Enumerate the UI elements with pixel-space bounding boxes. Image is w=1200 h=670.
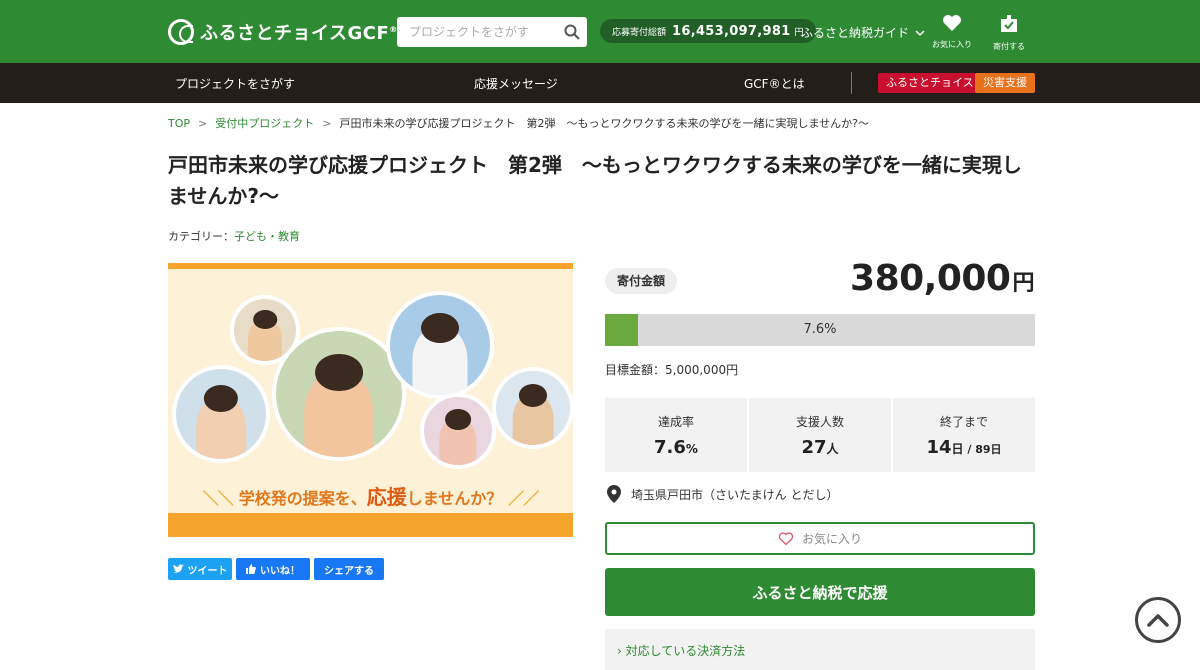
- photo-circle-student-pc: [492, 367, 573, 449]
- stat-label: 支援人数: [795, 415, 844, 429]
- photo-circle-students: [172, 365, 270, 463]
- funding-progress-bar: 7.6%: [605, 314, 1035, 346]
- favorite-label: お気に入り: [801, 532, 862, 546]
- twitter-icon: [172, 564, 184, 573]
- breadcrumb-top[interactable]: TOP: [168, 117, 190, 130]
- thumbs-up-icon: [246, 564, 256, 574]
- search-box: [397, 17, 587, 47]
- project-hero-image: ＼＼ 学校発の提案を、応援しませんか？ ／／: [168, 263, 573, 537]
- goal-amount: 目標金額：5,000,000円: [605, 361, 738, 378]
- nav-divider: [851, 72, 852, 94]
- donation-amount-unit: 円: [1012, 271, 1034, 296]
- project-location: 埼玉県戸田市（さいたまけん とだし）: [607, 485, 838, 503]
- hero-caption: ＼＼ 学校発の提案を、応援しませんか？ ／／: [202, 485, 540, 509]
- donation-amount: 380,000円: [850, 258, 1034, 299]
- site-header: ふるさとチョイスGCF® 応募寄付総額 16,453,097,981 円 ふるさ…: [0, 0, 1200, 63]
- header-favorites-button[interactable]: お気に入り: [927, 14, 977, 50]
- stat-label: 達成率: [657, 415, 694, 429]
- goal-value: 5,000,000円: [665, 363, 739, 377]
- header-donate-label: 寄付する: [993, 42, 1025, 51]
- project-title: 戸田市未来の学び応援プロジェクト 第2弾 ～もっとワクワクする未来の学びを一緒に…: [168, 153, 1022, 208]
- like-button[interactable]: いいね！: [236, 558, 310, 580]
- stat-value: 14日 / 89日: [926, 437, 1002, 458]
- add-to-favorites-button[interactable]: お気に入り: [605, 522, 1035, 555]
- search-button[interactable]: [557, 17, 587, 47]
- breadcrumb-separator: >: [322, 117, 332, 130]
- search-icon: [564, 24, 580, 40]
- site-logo[interactable]: ふるさとチョイスGCF®: [168, 18, 398, 46]
- tweet-button[interactable]: ツイート: [168, 558, 232, 580]
- donation-amount-label: 寄付金額: [605, 268, 678, 294]
- breadcrumb: TOP > 受付中プロジェクト > 戸田市未来の学び応援プロジェクト 第2弾 ～もっとワ…: [168, 115, 869, 131]
- project-category: カテゴリー：子ども・教育: [168, 228, 300, 244]
- donation-amount-value: 380,000: [850, 258, 1011, 299]
- total-donations-badge: 応募寄付総額 16,453,097,981 円: [600, 19, 816, 43]
- nav-item-search-projects[interactable]: プロジェクトをさがす: [175, 75, 295, 92]
- category-link[interactable]: 子ども・教育: [234, 230, 300, 243]
- breadcrumb-current: 戸田市未来の学び応援プロジェクト 第2弾 ～もっとワクワクする未来の学びを一緒に…: [339, 117, 869, 130]
- heart-icon: [943, 15, 961, 31]
- goal-label: 目標金額：: [605, 363, 666, 377]
- location-text: 埼玉県戸田市（さいたまけん とだし）: [631, 487, 839, 502]
- nav-item-messages[interactable]: 応援メッセージ: [474, 75, 558, 92]
- payment-label: 対応している決済方法: [625, 644, 746, 658]
- photo-circle-girl-studying: [420, 393, 496, 469]
- header-donate-button[interactable]: 寄付する: [984, 14, 1034, 52]
- hero-background: ＼＼ 学校発の提案を、応援しませんか？ ／／: [168, 269, 573, 513]
- stat-label: 終了まで: [939, 415, 988, 429]
- gift-box-icon: [1001, 15, 1017, 32]
- category-label: カテゴリー：: [168, 230, 234, 243]
- nav-item-about-gcf[interactable]: GCF®とは: [744, 75, 805, 92]
- like-label: いいね！: [260, 565, 300, 577]
- nav-badge-disaster-support[interactable]: 災害支援: [975, 73, 1035, 93]
- stat-value: 27人: [801, 437, 839, 458]
- map-pin-icon: [607, 485, 621, 503]
- heart-icon: [778, 531, 794, 545]
- total-donations-label: 応募寄付総額: [612, 27, 667, 38]
- main-nav: プロジェクトをさがす 応援メッセージ GCF®とは ふるさとチョイス 災害支援: [0, 63, 1200, 103]
- payment-methods-toggle[interactable]: › 対応している決済方法: [605, 629, 1035, 670]
- funding-progress-label: 7.6%: [803, 322, 837, 337]
- photo-circle-boy-jumping: [386, 291, 494, 399]
- breadcrumb-open-projects[interactable]: 受付中プロジェクト: [215, 117, 314, 130]
- stat-achievement-rate: 達成率 7.6%: [605, 398, 747, 472]
- logo-text: ふるさとチョイスGCF®: [200, 23, 398, 44]
- share-label: シェアする: [324, 565, 374, 577]
- furusato-guide-menu[interactable]: ふるさと納税ガイド: [801, 24, 925, 41]
- tweet-label: ツイート: [187, 565, 228, 577]
- share-button[interactable]: シェアする: [314, 558, 384, 580]
- header-favorites-label: お気に入り: [932, 40, 972, 49]
- back-to-top-button[interactable]: [1135, 597, 1181, 643]
- chevron-right-icon: ›: [617, 644, 622, 658]
- breadcrumb-separator: >: [198, 117, 208, 130]
- logo-mark-icon: [168, 19, 194, 45]
- nav-badge-furusato-choice[interactable]: ふるさとチョイス: [878, 73, 982, 93]
- stat-supporters: 支援人数 27人: [749, 398, 891, 472]
- total-donations-value: 16,453,097,981: [672, 23, 791, 39]
- chevron-up-icon: [1147, 614, 1169, 627]
- guide-label: ふるさと納税ガイド: [801, 26, 910, 40]
- donate-furusato-button[interactable]: ふるさと納税で応援: [605, 568, 1035, 616]
- project-stats: 達成率 7.6% 支援人数 27人 終了まで 14日 / 89日: [605, 398, 1035, 472]
- search-input[interactable]: [397, 17, 557, 47]
- stat-value: 7.6%: [654, 437, 698, 458]
- stat-days-remaining: 終了まで 14日 / 89日: [893, 398, 1035, 472]
- chevron-down-icon: [915, 29, 925, 36]
